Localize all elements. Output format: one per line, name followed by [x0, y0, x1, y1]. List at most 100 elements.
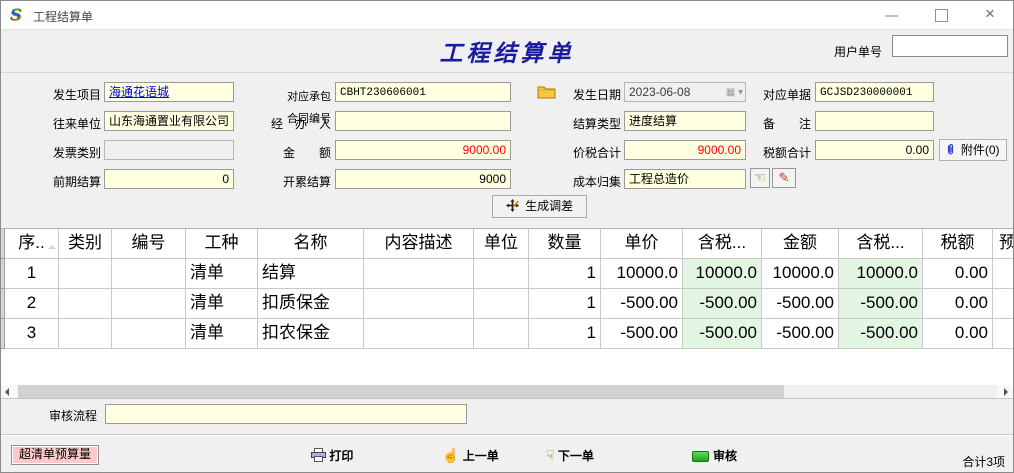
project-link[interactable]: 海通花语城 [109, 85, 169, 99]
cost-picker-button[interactable]: ☜ [750, 168, 770, 188]
cell-tax[interactable]: 0.00 [923, 319, 993, 349]
th-tax[interactable]: 税额 [923, 229, 993, 259]
th-name[interactable]: 名称 [258, 229, 364, 259]
th-description[interactable]: 内容描述 [364, 229, 474, 259]
th-code[interactable]: 编号 [112, 229, 186, 259]
cell-code[interactable] [112, 259, 186, 289]
cell-tax-incl-price[interactable]: -500.00 [683, 289, 762, 319]
th-budget[interactable]: 预 [993, 229, 1014, 259]
cell-tax-incl-price[interactable]: 10000.0 [683, 259, 762, 289]
horizontal-scrollbar[interactable] [1, 385, 1014, 398]
th-worktype[interactable]: 工种 [186, 229, 258, 259]
contract-folder-button[interactable] [537, 84, 556, 104]
app-window: S 工程结算单 × 工程结算单 用户单号 发生项目 往来单位 发票类别 前期结算… [0, 0, 1014, 473]
cell-amount[interactable]: 10000.0 [762, 259, 839, 289]
tax-total-input[interactable]: 0.00 [815, 140, 934, 160]
cell-tax-incl-amount[interactable]: 10000.0 [839, 259, 923, 289]
accum-settlement-input[interactable]: 9000 [335, 169, 511, 189]
calendar-dropdown-icon[interactable]: ▦ ▾ [726, 85, 743, 100]
cell-budget[interactable] [993, 289, 1014, 319]
scroll-right-button[interactable] [997, 385, 1014, 398]
cell-amount[interactable]: -500.00 [762, 289, 839, 319]
cell-unit[interactable] [474, 259, 529, 289]
cell-seq[interactable]: 3 [5, 319, 59, 349]
cell-worktype[interactable]: 清单 [186, 289, 258, 319]
audit-label: 审核 [713, 449, 737, 463]
audit-button[interactable]: 审核 [713, 447, 737, 464]
cell-category[interactable] [59, 289, 112, 319]
th-tax-incl-amount[interactable]: 含税... [839, 229, 923, 259]
doc-no-input[interactable]: GCJSD230000001 [815, 82, 934, 102]
cell-tax-incl-price[interactable]: -500.00 [683, 319, 762, 349]
cell-code[interactable] [112, 319, 186, 349]
amount-input[interactable]: 9000.00 [335, 140, 511, 160]
cell-description[interactable] [364, 319, 474, 349]
cell-unit-price[interactable]: 10000.0 [601, 259, 683, 289]
cell-budget[interactable] [993, 259, 1014, 289]
counterparty-input[interactable]: 山东海通置业有限公司 [104, 111, 234, 131]
cell-name[interactable]: 结算 [258, 259, 364, 289]
cell-description[interactable] [364, 259, 474, 289]
cell-quantity[interactable]: 1 [529, 289, 601, 319]
cost-edit-button[interactable]: ✎ [772, 168, 796, 188]
cell-quantity[interactable]: 1 [529, 259, 601, 289]
remark-input[interactable] [815, 111, 934, 131]
minimize-button[interactable] [885, 15, 898, 17]
tax-total-label: 税额合计 [749, 144, 811, 161]
maximize-button[interactable] [935, 9, 948, 22]
cell-name[interactable]: 扣质保金 [258, 289, 364, 319]
th-category[interactable]: 类别 [59, 229, 112, 259]
scroll-left-button[interactable] [1, 385, 18, 398]
over-budget-legend: 超清单预算量 [11, 445, 99, 465]
cell-unit-price[interactable]: -500.00 [601, 289, 683, 319]
print-button[interactable]: 打印 [311, 447, 353, 464]
cost-collection-input[interactable]: 工程总造价 [624, 169, 746, 189]
settle-type-input[interactable]: 进度结算 [624, 111, 746, 131]
th-unit[interactable]: 单位 [474, 229, 529, 259]
handler-input[interactable] [335, 111, 511, 131]
review-flow-label: 审核流程 [41, 407, 97, 424]
project-input[interactable]: 海通花语城 [104, 82, 234, 102]
cell-unit-price[interactable]: -500.00 [601, 319, 683, 349]
cell-tax-incl-amount[interactable]: -500.00 [839, 319, 923, 349]
cell-name[interactable]: 扣农保金 [258, 319, 364, 349]
cell-code[interactable] [112, 289, 186, 319]
cell-quantity[interactable]: 1 [529, 319, 601, 349]
scrollbar-thumb[interactable] [18, 385, 784, 398]
cell-description[interactable] [364, 289, 474, 319]
adjust-icon [506, 199, 519, 212]
occur-date-input[interactable]: 2023-06-08 ▦ ▾ [624, 82, 746, 102]
user-no-input[interactable] [892, 35, 1008, 57]
cell-unit[interactable] [474, 289, 529, 319]
next-doc-button[interactable]: ☟ 下一单 [546, 447, 594, 464]
th-seq[interactable]: 序.. [5, 229, 59, 259]
contract-input[interactable]: CBHT230606001 [335, 82, 511, 102]
amount-label: 金 额 [263, 144, 331, 161]
th-amount[interactable]: 金额 [762, 229, 839, 259]
cell-unit[interactable] [474, 319, 529, 349]
cell-seq[interactable]: 1 [5, 259, 59, 289]
hand-down-icon: ☟ [546, 447, 555, 463]
attachment-button[interactable]: 附件(0) [939, 139, 1007, 161]
cell-category[interactable] [59, 319, 112, 349]
th-unit-price[interactable]: 单价 [601, 229, 683, 259]
th-tax-incl-price[interactable]: 含税... [683, 229, 762, 259]
cell-worktype[interactable]: 清单 [186, 319, 258, 349]
generate-adjust-button[interactable]: 生成调差 [492, 195, 587, 218]
cell-seq[interactable]: 2 [5, 289, 59, 319]
cell-amount[interactable]: -500.00 [762, 319, 839, 349]
prev-settlement-input[interactable]: 0 [104, 169, 234, 189]
review-flow-input[interactable] [105, 404, 467, 424]
close-button[interactable]: × [979, 3, 1001, 25]
cell-tax[interactable]: 0.00 [923, 289, 993, 319]
cell-worktype[interactable]: 清单 [186, 259, 258, 289]
cell-tax[interactable]: 0.00 [923, 259, 993, 289]
cell-tax-incl-amount[interactable]: -500.00 [839, 289, 923, 319]
cell-budget[interactable] [993, 319, 1014, 349]
th-quantity[interactable]: 数量 [529, 229, 601, 259]
doc-no-label: 对应单据 [749, 86, 811, 103]
cell-category[interactable] [59, 259, 112, 289]
prev-doc-button[interactable]: ☝ 上一单 [442, 447, 499, 464]
tax-incl-total-input[interactable]: 9000.00 [624, 140, 746, 160]
next-doc-label: 下一单 [558, 449, 594, 463]
